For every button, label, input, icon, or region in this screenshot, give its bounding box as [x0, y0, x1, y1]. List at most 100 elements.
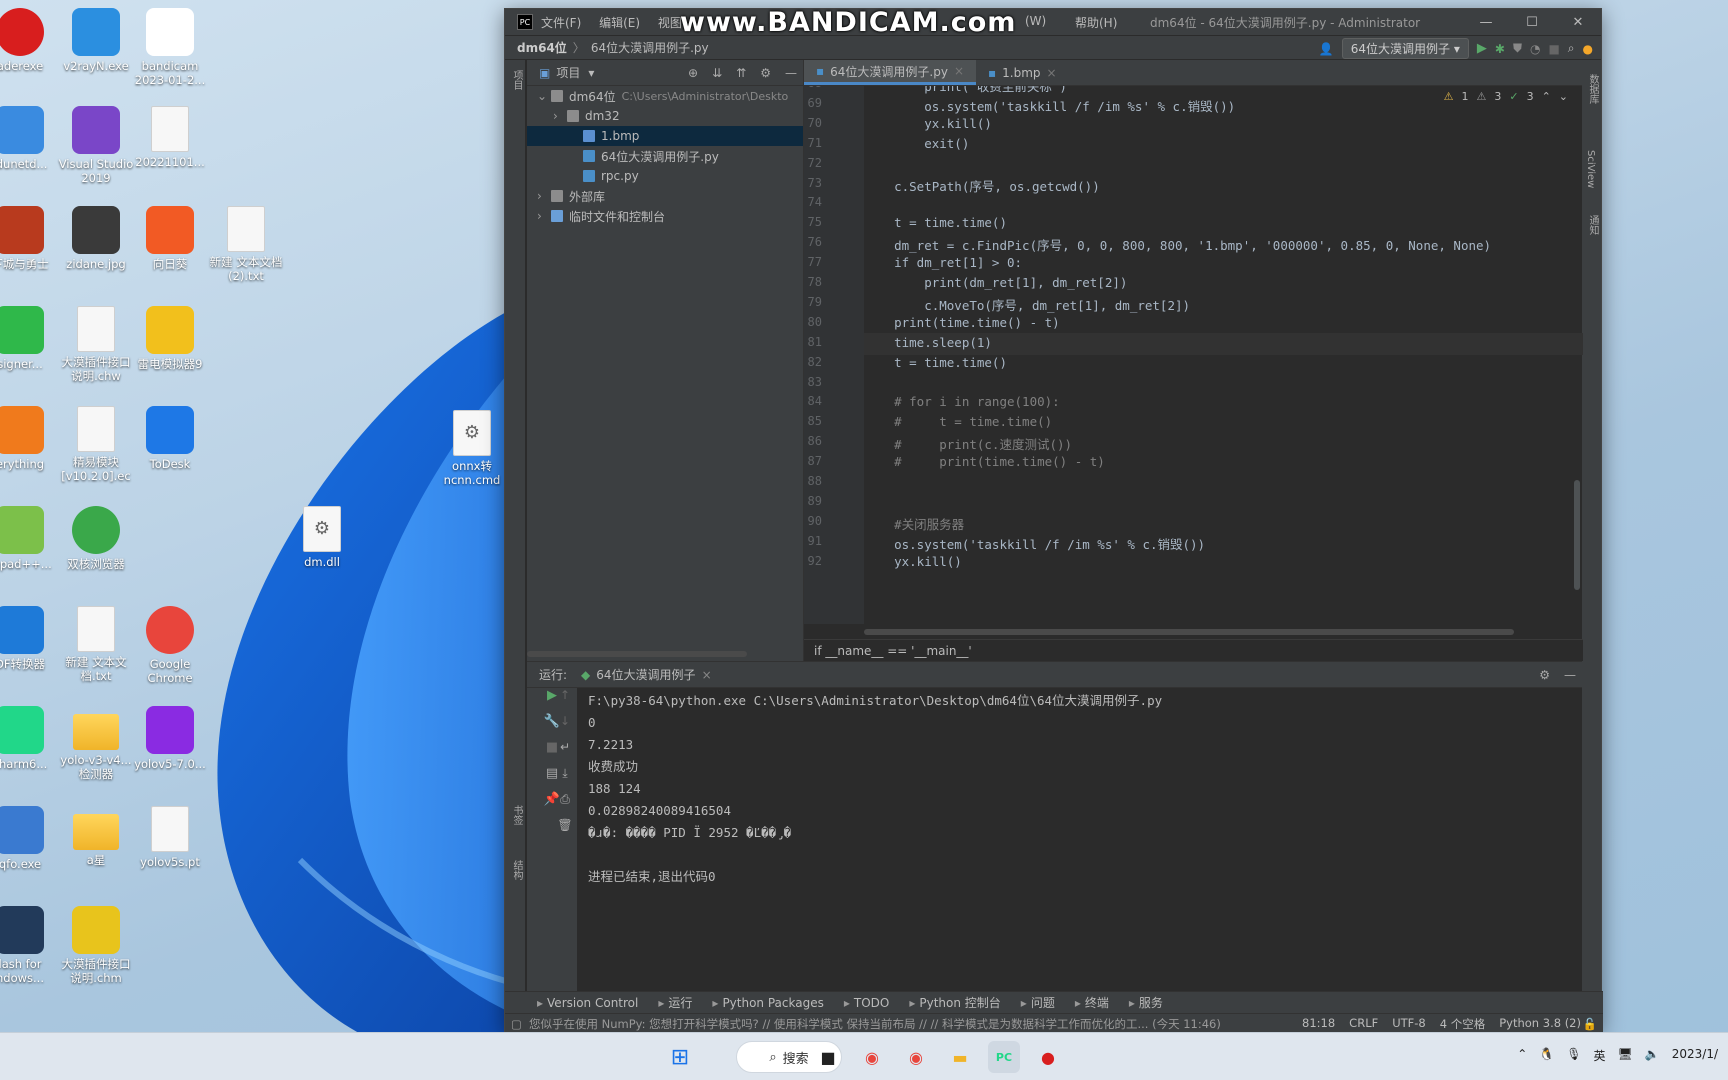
file-encoding[interactable]: UTF-8 — [1392, 1016, 1426, 1032]
input-language[interactable]: 英 — [1594, 1047, 1606, 1064]
tool-window-button[interactable]: ▸ 运行 — [658, 994, 692, 1011]
user-icon[interactable]: 👤 — [1319, 42, 1334, 56]
code-breadcrumb[interactable]: if __name__ == '__main__' — [804, 639, 1583, 661]
tree-arrow-icon[interactable]: › — [553, 109, 567, 123]
profile-icon[interactable]: ◔ — [1530, 42, 1540, 56]
scroll-to-end-icon[interactable]: ⤓ — [553, 766, 577, 792]
bookmarks-tool-button[interactable]: 书签 — [509, 805, 524, 825]
nav-project[interactable]: dm64位 — [517, 39, 567, 56]
close-tab-icon[interactable]: × — [1047, 66, 1057, 80]
status-toggle-icon[interactable]: ▢ — [511, 1017, 522, 1031]
chevron-up-icon[interactable]: ⌃ — [1517, 1047, 1527, 1064]
desktop-icon[interactable]: tepad++... — [0, 506, 60, 571]
desktop-icon[interactable]: Visual Studio 2019 — [56, 106, 136, 185]
volume-icon[interactable]: 🔈 — [1645, 1047, 1660, 1064]
settings-icon[interactable]: ⚙ — [760, 66, 771, 80]
database-tool-button[interactable]: 数据库 — [1585, 74, 1600, 104]
tool-window-button[interactable]: ▸ Python Packages — [712, 996, 823, 1010]
desktop-icon[interactable]: DF转换器 — [0, 606, 60, 671]
trash-icon[interactable]: 🗑 — [553, 818, 577, 844]
qq-icon[interactable]: 🐧 — [1539, 1047, 1554, 1064]
desktop-icon[interactable]: lash for ndows... — [0, 906, 60, 985]
desktop-icon[interactable]: charm6... — [0, 706, 60, 771]
interpreter[interactable]: Python 3.8 (2) — [1499, 1016, 1581, 1032]
bandicam-taskbar-icon[interactable]: ● — [1032, 1041, 1064, 1073]
sciview-tool-button[interactable]: SciView — [1585, 150, 1596, 188]
search-icon[interactable]: ⌕ — [1568, 41, 1575, 56]
locate-icon[interactable]: ⊕ — [688, 66, 698, 80]
tree-item[interactable]: 1.bmp — [527, 126, 803, 146]
up-arrow-icon[interactable]: ↑ — [553, 688, 577, 714]
minimize-icon[interactable]: — — [1463, 9, 1509, 35]
tree-item[interactable]: › dm32 — [527, 106, 803, 126]
pycharm-taskbar-icon[interactable]: PC — [988, 1041, 1020, 1073]
prev-highlight-icon[interactable]: ⌃ — [1542, 90, 1551, 103]
desktop-icon[interactable]: v2rayN.exe — [56, 8, 136, 73]
desktop-icon[interactable]: ⚙ onnx转ncnn.cmd — [432, 410, 512, 487]
tool-window-button[interactable]: ▸ Version Control — [537, 996, 638, 1010]
desktop-icon[interactable]: idunetd... — [0, 106, 60, 171]
coverage-icon[interactable]: ⛊ — [1513, 41, 1522, 56]
caret-position[interactable]: 81:18 — [1302, 1016, 1335, 1032]
desktop-icon[interactable]: yolov5s.pt — [130, 806, 210, 869]
clock-date[interactable]: 2023/1/ — [1672, 1047, 1718, 1064]
desktop-icon[interactable]: 雷电模拟器9 — [130, 306, 210, 371]
tree-item[interactable]: 64位大漠调用例子.py — [527, 146, 803, 166]
project-panel-title[interactable]: 项目 — [556, 64, 580, 81]
tree-arrow-icon[interactable]: › — [537, 209, 551, 223]
run-icon[interactable]: ▶ — [1477, 41, 1487, 56]
menu-view[interactable]: 视图 — [658, 16, 682, 30]
down-arrow-icon[interactable]: ↓ — [553, 714, 577, 740]
microphone-icon[interactable]: 🎙 — [1566, 1047, 1581, 1064]
desktop-icon[interactable]: ToDesk — [130, 406, 210, 471]
start-icon[interactable]: ⊞ — [664, 1041, 696, 1073]
structure-tool-button[interactable]: 结构 — [509, 860, 524, 880]
editor-tab[interactable]: ▪ 64位大漠调用例子.py × — [804, 60, 977, 85]
desktop-icon[interactable]: 下城与勇士 — [0, 206, 60, 271]
desktop-icon[interactable]: a星 — [56, 806, 136, 867]
indent-setting[interactable]: 4 个空格 — [1440, 1016, 1485, 1032]
browser-taskbar-icon[interactable]: ◉ — [856, 1041, 888, 1073]
notifications-tool-button[interactable]: 通知 — [1585, 215, 1600, 235]
collapse-all-icon[interactable]: ⇈ — [736, 66, 746, 80]
tree-item[interactable]: rpc.py — [527, 166, 803, 186]
desktop-icon[interactable]: 新建 文本文档.txt — [56, 606, 136, 683]
close-tab-icon[interactable]: × — [702, 668, 712, 682]
stop-icon[interactable]: ■ — [1548, 42, 1559, 56]
tree-item[interactable]: ⌄ dm64位 C:\Users\Administrator\Deskto — [527, 86, 803, 106]
network-icon[interactable]: 🖥 — [1618, 1047, 1633, 1064]
maximize-icon[interactable]: ☐ — [1509, 9, 1555, 35]
desktop-icon[interactable]: 向日葵 — [130, 206, 210, 271]
desktop-icon[interactable]: ⚙ dm.dll — [282, 506, 362, 569]
editor-hscrollbar[interactable] — [864, 629, 1514, 635]
tree-arrow-icon[interactable]: › — [537, 189, 551, 203]
hide-icon[interactable]: — — [1564, 668, 1576, 682]
settings-icon[interactable]: ⚙ — [1539, 668, 1550, 682]
tool-window-button[interactable]: ▸ 问题 — [1021, 994, 1055, 1011]
menu-help[interactable]: 帮助(H) — [1075, 14, 1117, 31]
tree-item[interactable]: › 临时文件和控制台 — [527, 206, 803, 226]
project-tool-button[interactable]: 项目 — [509, 70, 524, 90]
print-icon[interactable]: ⎙ — [553, 792, 577, 818]
inspection-widget[interactable]: ⚠ 1 ⚠ 3 ✓ 3 ⌃ ⌄ — [1444, 90, 1568, 103]
chevron-down-icon[interactable]: ▾ — [588, 66, 594, 80]
run-tab[interactable]: 64位大漠调用例子 — [596, 666, 695, 683]
desktop-icon[interactable]: qfo.exe — [0, 806, 60, 871]
desktop-icon[interactable]: 大漠插件接口说明.chw — [56, 306, 136, 383]
desktop-icon[interactable]: yolo-v3-v4...检测器 — [56, 706, 136, 781]
desktop-icon[interactable]: yolov5-7.0... — [130, 706, 210, 771]
desktop-icon[interactable]: zidane.jpg — [56, 206, 136, 271]
file-explorer-icon[interactable]: ▬ — [944, 1041, 976, 1073]
editor-tab[interactable]: ▪ 1.bmp × — [976, 60, 1069, 85]
run-config-selector[interactable]: 64位大漠调用例子 ▾ — [1341, 38, 1469, 59]
menu-window[interactable]: (W) — [1025, 14, 1046, 28]
status-message[interactable]: 您似乎在使用 NumPy: 您想打开科学模式吗? // 使用科学模式 保持当前布… — [529, 1016, 1221, 1032]
expand-all-icon[interactable]: ⇊ — [712, 66, 722, 80]
lock-icon[interactable]: 🔓 — [1583, 1017, 1597, 1031]
desktop-icon[interactable]: 双核浏览器 — [56, 506, 136, 571]
line-separator[interactable]: CRLF — [1349, 1016, 1378, 1032]
next-highlight-icon[interactable]: ⌄ — [1559, 90, 1568, 103]
tree-arrow-icon[interactable]: ⌄ — [537, 89, 551, 103]
close-tab-icon[interactable]: × — [954, 64, 964, 78]
desktop-icon[interactable]: 20221101... — [130, 106, 210, 169]
